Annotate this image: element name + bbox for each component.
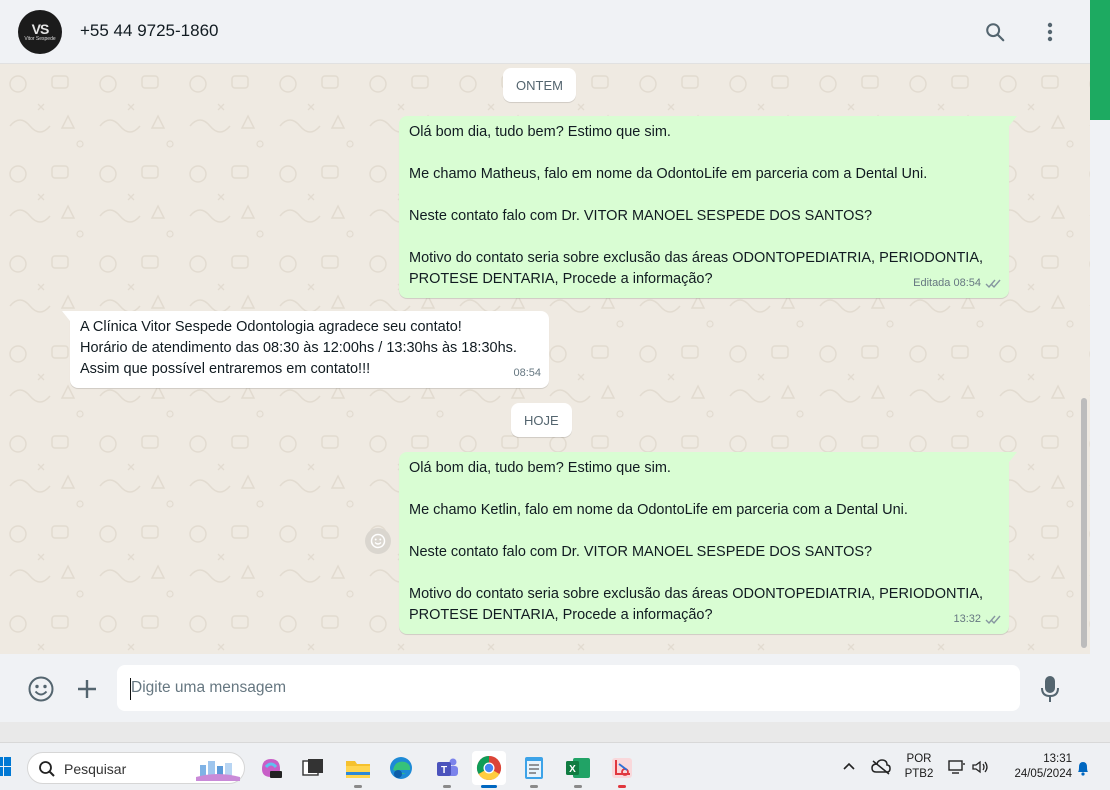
text-caret: [130, 678, 131, 700]
taskbar-indicator: [618, 785, 626, 788]
attach-button[interactable]: [72, 674, 102, 704]
message-line: Neste contato falo com Dr. VITOR MANOEL …: [409, 544, 873, 560]
svg-text:T: T: [441, 765, 447, 776]
chat-header: VS Vitor Sespede +55 44 9725-1860: [0, 0, 1090, 64]
search-icon: [986, 23, 1005, 42]
avatar-logo: VS: [31, 20, 50, 37]
message-outgoing[interactable]: Olá bom dia, tudo bem? Estimo que sim. M…: [399, 452, 1017, 634]
message-line: PROTESE DENTARIA, Procede a informação?: [409, 271, 713, 287]
message-composer: [0, 654, 1090, 722]
taskbar-indicator: [530, 785, 538, 788]
message-line: Motivo do contato seria sobre exclusão d…: [409, 586, 984, 602]
menu-button[interactable]: [1036, 18, 1064, 46]
copilot-icon: [262, 759, 282, 778]
plus-icon: [78, 680, 96, 698]
message-line: Olá bom dia, tudo bem? Estimo que sim.: [409, 124, 671, 140]
teams-icon: T: [437, 758, 458, 776]
message-meta: 08:54: [513, 363, 541, 384]
snipping-tool-icon: [612, 758, 632, 778]
taskbar-snipping-tool[interactable]: [605, 751, 639, 788]
date-separator-today: HOJE: [511, 403, 572, 437]
date-separator-yesterday: ONTEM: [503, 68, 576, 102]
folder-icon: [346, 761, 370, 778]
message-incoming[interactable]: A Clínica Vitor Sespede Odontologia agra…: [62, 311, 549, 388]
emoji-icon: [28, 676, 54, 702]
search-icon: [39, 761, 55, 777]
search-button[interactable]: [981, 18, 1009, 46]
taskbar-notepad[interactable]: [517, 751, 551, 788]
svg-text:X: X: [569, 764, 576, 775]
chrome-icon: [476, 756, 502, 781]
taskbar-chrome[interactable]: [472, 751, 506, 788]
window-accent-edge: [1090, 0, 1110, 120]
search-label: Pesquisar: [64, 761, 127, 777]
keyboard-layout: PTB2: [904, 768, 934, 780]
taskbar-edge[interactable]: [384, 751, 418, 785]
chat-area[interactable]: ONTEM Olá bom dia, tudo bem? Estimo que …: [0, 64, 1090, 654]
taskbar-indicator: [481, 785, 497, 788]
menu-icon: [1047, 22, 1053, 42]
message-input[interactable]: [117, 665, 1020, 711]
voice-message-button[interactable]: [1035, 674, 1065, 704]
contact-avatar[interactable]: VS Vitor Sespede: [18, 10, 62, 54]
taskbar-search[interactable]: Pesquisar: [27, 752, 245, 784]
whatsapp-window: VS Vitor Sespede +55 44 9725-1860 ONTEM …: [0, 0, 1090, 722]
message-line: Me chamo Ketlin, falo em nome da OdontoL…: [409, 502, 908, 518]
cloud-offline-icon[interactable]: [871, 759, 891, 775]
notification-bell-icon[interactable]: [1076, 760, 1090, 776]
network-icon[interactable]: [948, 759, 966, 775]
taskbar-excel[interactable]: X: [561, 751, 595, 788]
bubble-tail: [1009, 452, 1017, 462]
message-line: Motivo do contato seria sobre exclusão d…: [409, 250, 984, 266]
taskbar-teams[interactable]: T: [430, 751, 464, 788]
reaction-button[interactable]: [365, 528, 391, 554]
message-line: Me chamo Matheus, falo em nome da Odonto…: [409, 166, 928, 182]
excel-icon: X: [566, 758, 590, 778]
message-outgoing[interactable]: Olá bom dia, tudo bem? Estimo que sim. M…: [399, 116, 1017, 298]
taskbar-copilot[interactable]: [254, 751, 288, 785]
bubble-tail: [1009, 116, 1017, 126]
read-receipt-icon: [985, 279, 1001, 289]
scrollbar-thumb[interactable]: [1081, 398, 1087, 648]
search-highlight-icon: [196, 761, 240, 781]
task-view-icon: [302, 759, 323, 776]
language-code: POR: [906, 753, 932, 765]
contact-name[interactable]: +55 44 9725-1860: [80, 21, 219, 41]
message-line: Assim que possível entraremos em contato…: [80, 361, 371, 377]
message-meta: Editada 08:54: [913, 273, 1001, 294]
avatar-subtitle: Vitor Sespede: [24, 35, 56, 42]
taskbar-indicator: [354, 785, 362, 788]
read-receipt-icon: [985, 615, 1001, 625]
message-line: Olá bom dia, tudo bem? Estimo que sim.: [409, 460, 671, 476]
taskbar-file-explorer[interactable]: [341, 751, 375, 788]
taskbar-indicator: [574, 785, 582, 788]
keyboard-language[interactable]: POR PTB2: [904, 753, 934, 780]
windows-taskbar: Pesquisar T X POR PTB2 13:31 24/05/2024: [0, 742, 1110, 790]
windows-start-icon[interactable]: [0, 757, 12, 777]
chat-scrollbar[interactable]: [1080, 70, 1088, 650]
message-line: Neste contato falo com Dr. VITOR MANOEL …: [409, 208, 873, 224]
taskbar-indicator: [443, 785, 451, 788]
message-time: 08:54: [513, 367, 541, 379]
message-line: A Clínica Vitor Sespede Odontologia agra…: [80, 319, 462, 335]
clock-date: 24/05/2024: [1014, 768, 1072, 780]
tray-overflow-icon[interactable]: [842, 761, 856, 771]
volume-icon[interactable]: [971, 759, 989, 775]
window-edge: [1090, 120, 1110, 722]
emoji-button[interactable]: [26, 674, 56, 704]
bubble-tail: [62, 311, 70, 321]
message-meta: 13:32: [953, 609, 1001, 630]
smiley-icon: [370, 533, 386, 549]
clock-time: 13:31: [1043, 753, 1072, 765]
microphone-icon: [1041, 676, 1059, 702]
message-time: Editada 08:54: [913, 277, 981, 289]
taskbar-task-view[interactable]: [296, 751, 330, 785]
message-line: Horário de atendimento das 08:30 às 12:0…: [80, 340, 517, 356]
notepad-icon: [525, 757, 543, 779]
message-line: PROTESE DENTARIA, Procede a informação?: [409, 607, 713, 623]
system-clock[interactable]: 13:31 24/05/2024: [1002, 753, 1072, 780]
message-time: 13:32: [953, 613, 981, 625]
edge-icon: [390, 757, 412, 779]
